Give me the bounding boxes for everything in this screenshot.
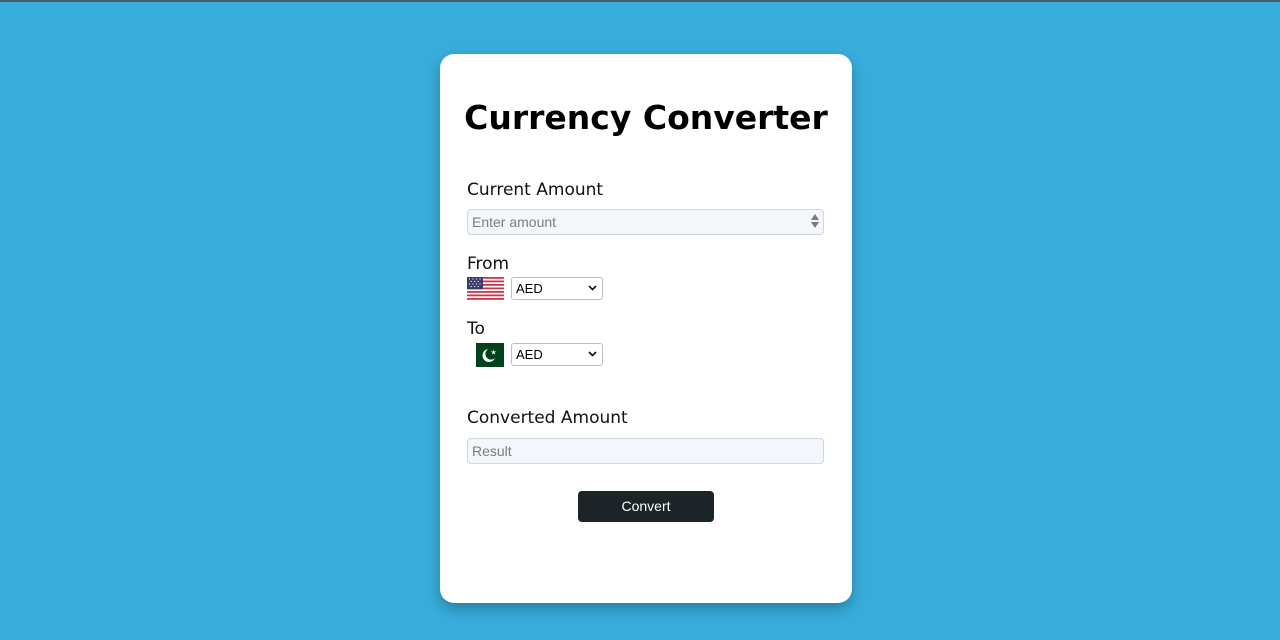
amount-input[interactable] xyxy=(467,209,824,235)
to-currency-select[interactable]: AED xyxy=(511,343,603,366)
from-currency-value: AED xyxy=(516,281,543,296)
to-currency-value: AED xyxy=(516,347,543,362)
result-field[interactable] xyxy=(467,438,824,464)
chevron-down-icon xyxy=(588,281,597,303)
convert-button[interactable]: Convert xyxy=(578,491,714,522)
converter-card: Currency Converter Current Amount From xyxy=(440,54,852,603)
converted-amount-label: Converted Amount xyxy=(467,408,628,428)
pakistan-flag-icon xyxy=(476,343,504,367)
from-currency-select[interactable]: AED xyxy=(511,277,603,300)
window-top-border xyxy=(0,0,1280,2)
to-label: To xyxy=(467,319,485,339)
us-flag-icon xyxy=(467,277,504,300)
from-label: From xyxy=(467,254,510,274)
amount-stepper[interactable] xyxy=(810,212,820,230)
chevron-down-icon xyxy=(588,347,597,369)
page-title: Currency Converter xyxy=(464,98,828,137)
stepper-up-icon[interactable] xyxy=(811,214,819,220)
current-amount-label: Current Amount xyxy=(467,180,604,200)
stepper-down-icon[interactable] xyxy=(811,222,819,228)
